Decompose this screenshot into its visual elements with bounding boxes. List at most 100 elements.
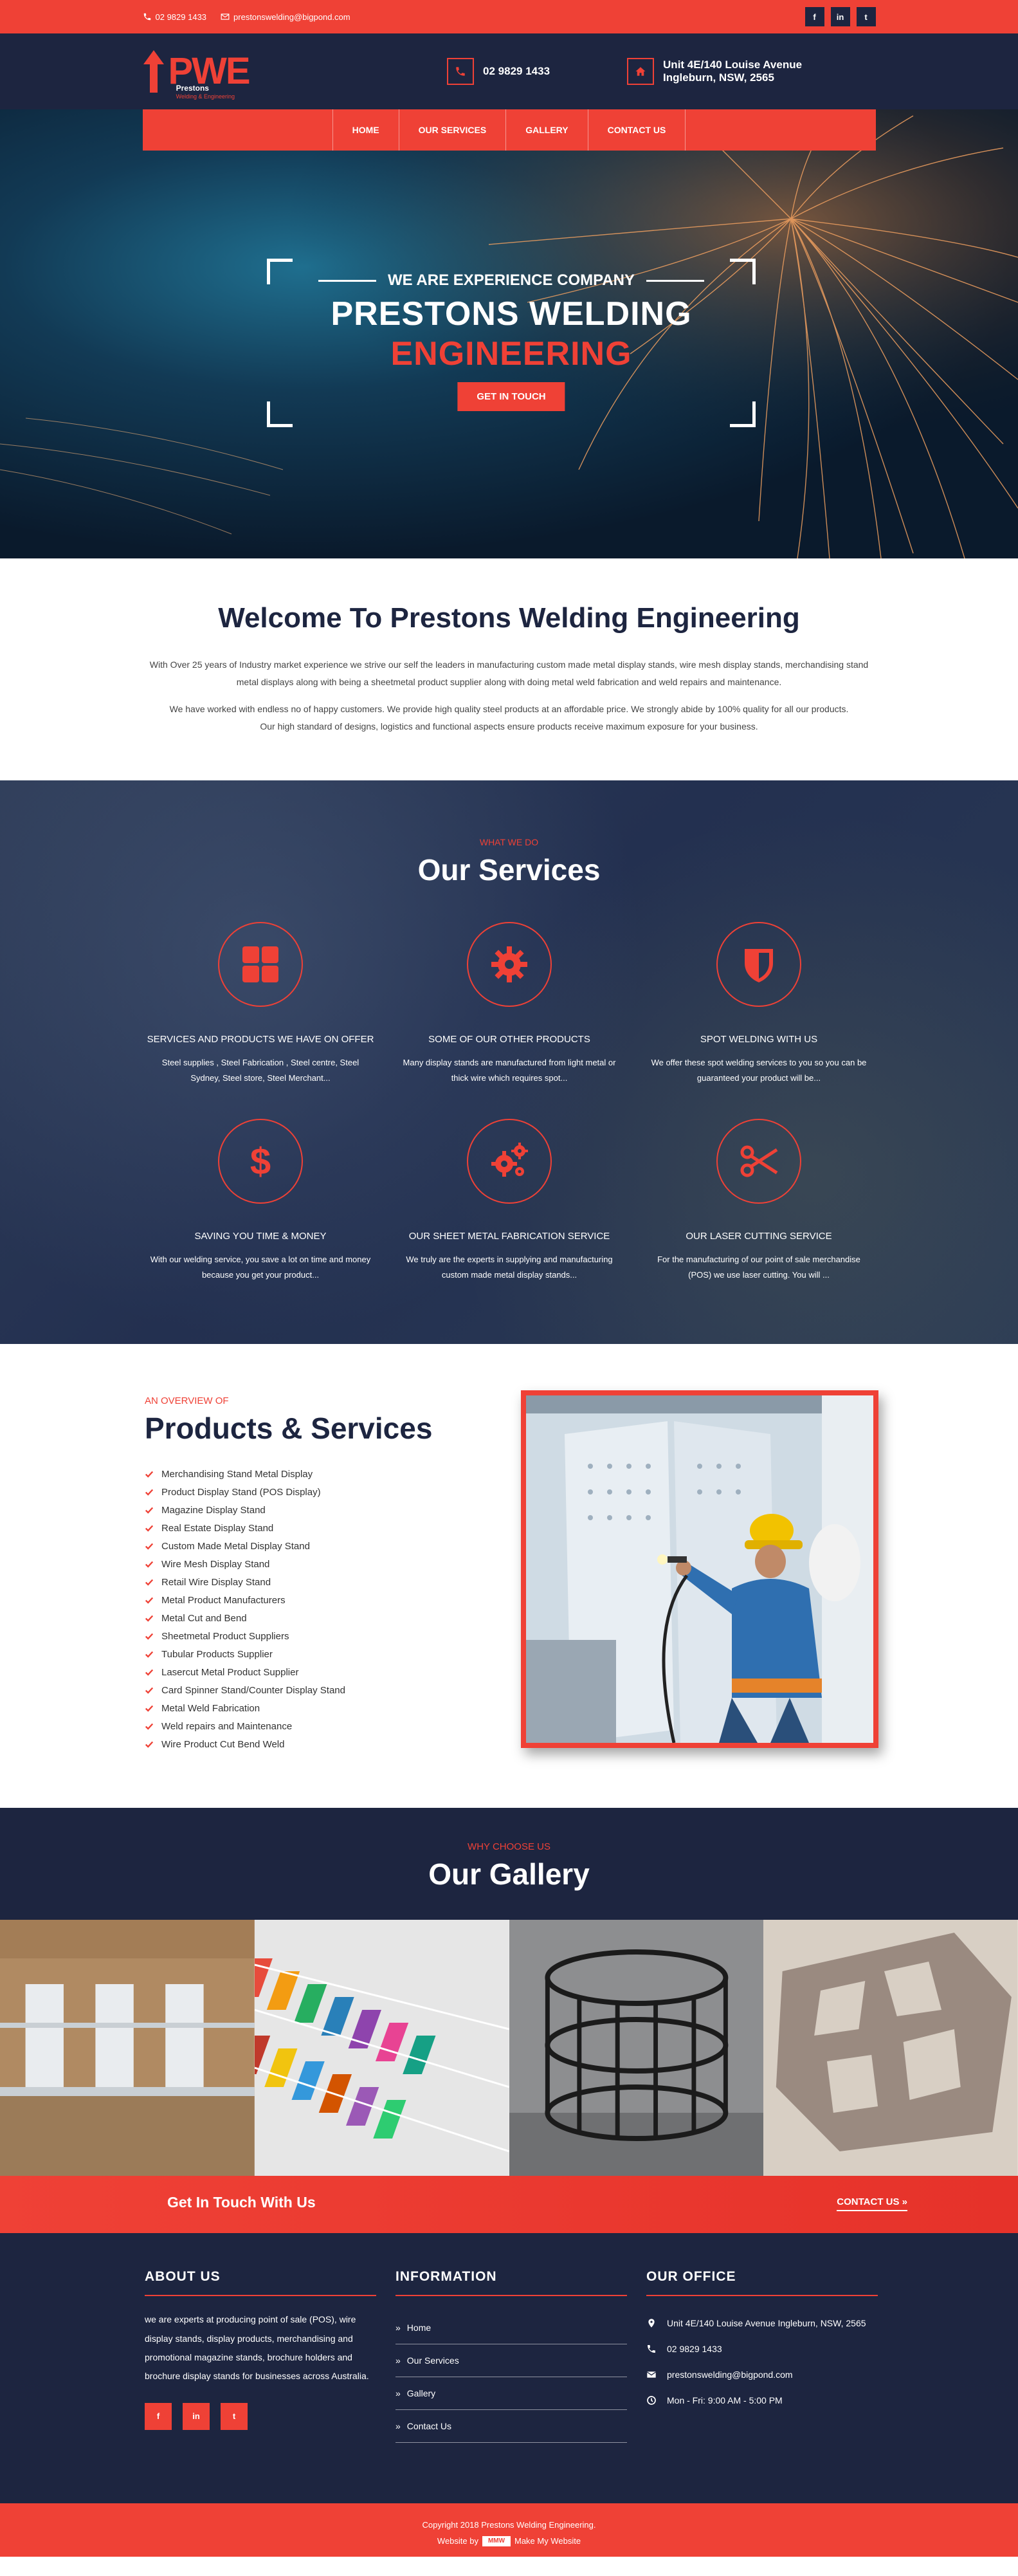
products-title: Products & Services	[145, 1412, 433, 1446]
header-phone-text: 02 9829 1433	[483, 65, 550, 77]
office-phone[interactable]: 02 9829 1433	[646, 2336, 878, 2362]
site-header: PWE Prestons Welding & Engineering 02 98…	[0, 33, 1018, 109]
product-list-item: Wire Mesh Display Stand	[145, 1555, 345, 1573]
product-list-label: Merchandising Stand Metal Display	[161, 1468, 313, 1480]
hero-title-line1: PRESTONS WELDING	[331, 295, 692, 333]
nav-gallery[interactable]: GALLERY	[505, 109, 587, 151]
service-text: Steel supplies , Steel Fabrication , Ste…	[161, 1058, 359, 1083]
service-icon-circle	[716, 1119, 801, 1204]
service-card[interactable]: SPOT WELDING WITH US We offer these spot…	[637, 922, 881, 1085]
chevron-right-icon: »	[395, 2388, 401, 2399]
footer-link-label: Home	[406, 2323, 432, 2333]
footer-link-home[interactable]: » Home	[395, 2312, 627, 2345]
gallery-title: Our Gallery	[428, 1857, 590, 1891]
phone-icon	[143, 13, 150, 21]
footer-link-label: Gallery	[406, 2388, 436, 2399]
top-phone-text: 02 9829 1433	[155, 12, 207, 22]
welcome-paragraph-2: We have worked with endless no of happy …	[169, 703, 849, 714]
product-list-label: Metal Weld Fabrication	[161, 1702, 260, 1714]
footer-link-contact[interactable]: » Contact Us	[395, 2410, 627, 2443]
header-phone[interactable]: 02 9829 1433	[447, 58, 550, 85]
office-phone-text: 02 9829 1433	[667, 2344, 722, 2355]
service-card[interactable]: $ SAVING YOU TIME & MONEY With our weldi…	[138, 1119, 383, 1282]
nav-services[interactable]: OUR SERVICES	[398, 109, 506, 151]
services-title: Our Services	[417, 853, 601, 887]
hero-frame: WE ARE EXPERIENCE COMPANY PRESTONS WELDI…	[267, 259, 756, 427]
copyright-text: Copyright 2018 Prestons Welding Engineer…	[422, 2520, 596, 2530]
product-list-label: Card Spinner Stand/Counter Display Stand	[161, 1684, 345, 1696]
service-card[interactable]: SERVICES AND PRODUCTS WE HAVE ON OFFER S…	[138, 922, 383, 1085]
hero-title-line2: ENGINEERING	[390, 335, 632, 373]
map-marker-icon	[648, 2319, 655, 2328]
products-list: Merchandising Stand Metal Display Product…	[145, 1465, 345, 1753]
office-hours: Mon - Fri: 9:00 AM - 5:00 PM	[646, 2387, 878, 2413]
top-email[interactable]: prestonswelding@bigpond.com	[221, 12, 350, 22]
gallery-image-laser-cut-part[interactable]	[763, 1920, 1018, 2176]
website-credit[interactable]: Website by MMW Make My Website	[437, 2534, 581, 2550]
mail-icon	[221, 14, 230, 20]
office-address: Unit 4E/140 Louise Avenue Ingleburn, NSW…	[646, 2310, 878, 2336]
footer-link-label: Contact Us	[406, 2421, 452, 2432]
product-list-label: Metal Cut and Bend	[161, 1612, 247, 1624]
contact-us-label: CONTACT US	[837, 2196, 900, 2208]
nav-contact[interactable]: CONTACT US	[587, 109, 686, 151]
service-text: With our welding service, you save a lot…	[150, 1255, 371, 1280]
top-phone[interactable]: 02 9829 1433	[143, 12, 207, 22]
product-list-item: Weld repairs and Maintenance	[145, 1717, 345, 1735]
product-list-item: Magazine Display Stand	[145, 1501, 345, 1519]
service-card[interactable]: OUR SHEET METAL FABRICATION SERVICE We t…	[387, 1119, 632, 1282]
service-title: SAVING YOU TIME & MONEY	[194, 1231, 327, 1242]
service-card[interactable]: OUR LASER CUTTING SERVICE For the manufa…	[637, 1119, 881, 1282]
facebook-icon[interactable]: f	[804, 7, 824, 26]
contact-us-button[interactable]: CONTACT US »	[837, 2196, 907, 2212]
product-list-label: Weld repairs and Maintenance	[161, 1720, 293, 1732]
product-list-label: Wire Mesh Display Stand	[161, 1558, 270, 1570]
footer-link-services[interactable]: » Our Services	[395, 2344, 627, 2378]
check-icon	[145, 1471, 154, 1478]
service-icon-circle: $	[218, 1119, 303, 1204]
twitter-icon[interactable]: t	[221, 2402, 248, 2430]
shield-icon	[745, 949, 773, 983]
product-list-item: Retail Wire Display Stand	[145, 1573, 345, 1591]
gallery-image-shelves[interactable]	[0, 1920, 255, 2176]
header-address: Unit 4E/140 Louise Avenue Ingleburn, NSW…	[627, 58, 802, 85]
footer-about-text: we are experts at producing point of sal…	[145, 2314, 369, 2382]
product-list-label: Real Estate Display Stand	[161, 1522, 274, 1534]
site-footer: ABOUT US we are experts at producing poi…	[0, 2233, 1018, 2504]
address-line1: Unit 4E/140 Louise Avenue	[663, 59, 803, 71]
twitter-icon[interactable]: t	[856, 7, 876, 26]
linkedin-icon[interactable]: in	[830, 7, 850, 26]
service-title: OUR SHEET METAL FABRICATION SERVICE	[408, 1231, 610, 1242]
product-list-item: Real Estate Display Stand	[145, 1519, 345, 1537]
product-list-item: Sheetmetal Product Suppliers	[145, 1627, 345, 1645]
product-list-item: Tubular Products Supplier	[145, 1645, 345, 1663]
hero-tagline: WE ARE EXPERIENCE COMPANY	[267, 271, 756, 290]
site-logo[interactable]: PWE Prestons Welding & Engineering	[143, 42, 251, 100]
linkedin-icon[interactable]: in	[183, 2402, 210, 2430]
check-icon	[145, 1543, 154, 1550]
service-card[interactable]: SOME OF OUR OTHER PRODUCTS Many display …	[387, 922, 632, 1085]
chevron-right-icon: »	[395, 2323, 401, 2333]
product-list-label: Wire Product Cut Bend Weld	[161, 1738, 285, 1750]
product-list-item: Merchandising Stand Metal Display	[145, 1465, 345, 1483]
grid-icon	[242, 946, 278, 983]
office-email[interactable]: prestonswelding@bigpond.com	[646, 2362, 878, 2387]
dollar-icon: $	[250, 1141, 271, 1182]
footer-link-label: Our Services	[406, 2355, 459, 2366]
address-line2: Ingleburn, NSW, 2565	[663, 71, 774, 84]
gallery-image-colorful-racks[interactable]	[254, 1920, 509, 2176]
service-text: For the manufacturing of our point of sa…	[657, 1255, 860, 1280]
welcome-section: Welcome To Prestons Welding Engineering …	[0, 558, 1018, 780]
service-text: We truly are the experts in supplying an…	[406, 1255, 613, 1280]
get-in-touch-button[interactable]: GET IN TOUCH	[457, 382, 565, 411]
service-icon-circle	[218, 922, 303, 1007]
facebook-icon[interactable]: f	[145, 2402, 172, 2430]
product-list-item: Metal Product Manufacturers	[145, 1591, 345, 1609]
copyright-bar: Copyright 2018 Prestons Welding Engineer…	[0, 2503, 1018, 2557]
footer-info-title: INFORMATION	[395, 2269, 627, 2297]
gallery-image-round-frame[interactable]	[509, 1920, 764, 2176]
nav-home[interactable]: HOME	[332, 109, 399, 151]
svg-text:$: $	[250, 1141, 271, 1182]
office-info: Unit 4E/140 Louise Avenue Ingleburn, NSW…	[646, 2310, 878, 2413]
footer-link-gallery[interactable]: » Gallery	[395, 2377, 627, 2411]
